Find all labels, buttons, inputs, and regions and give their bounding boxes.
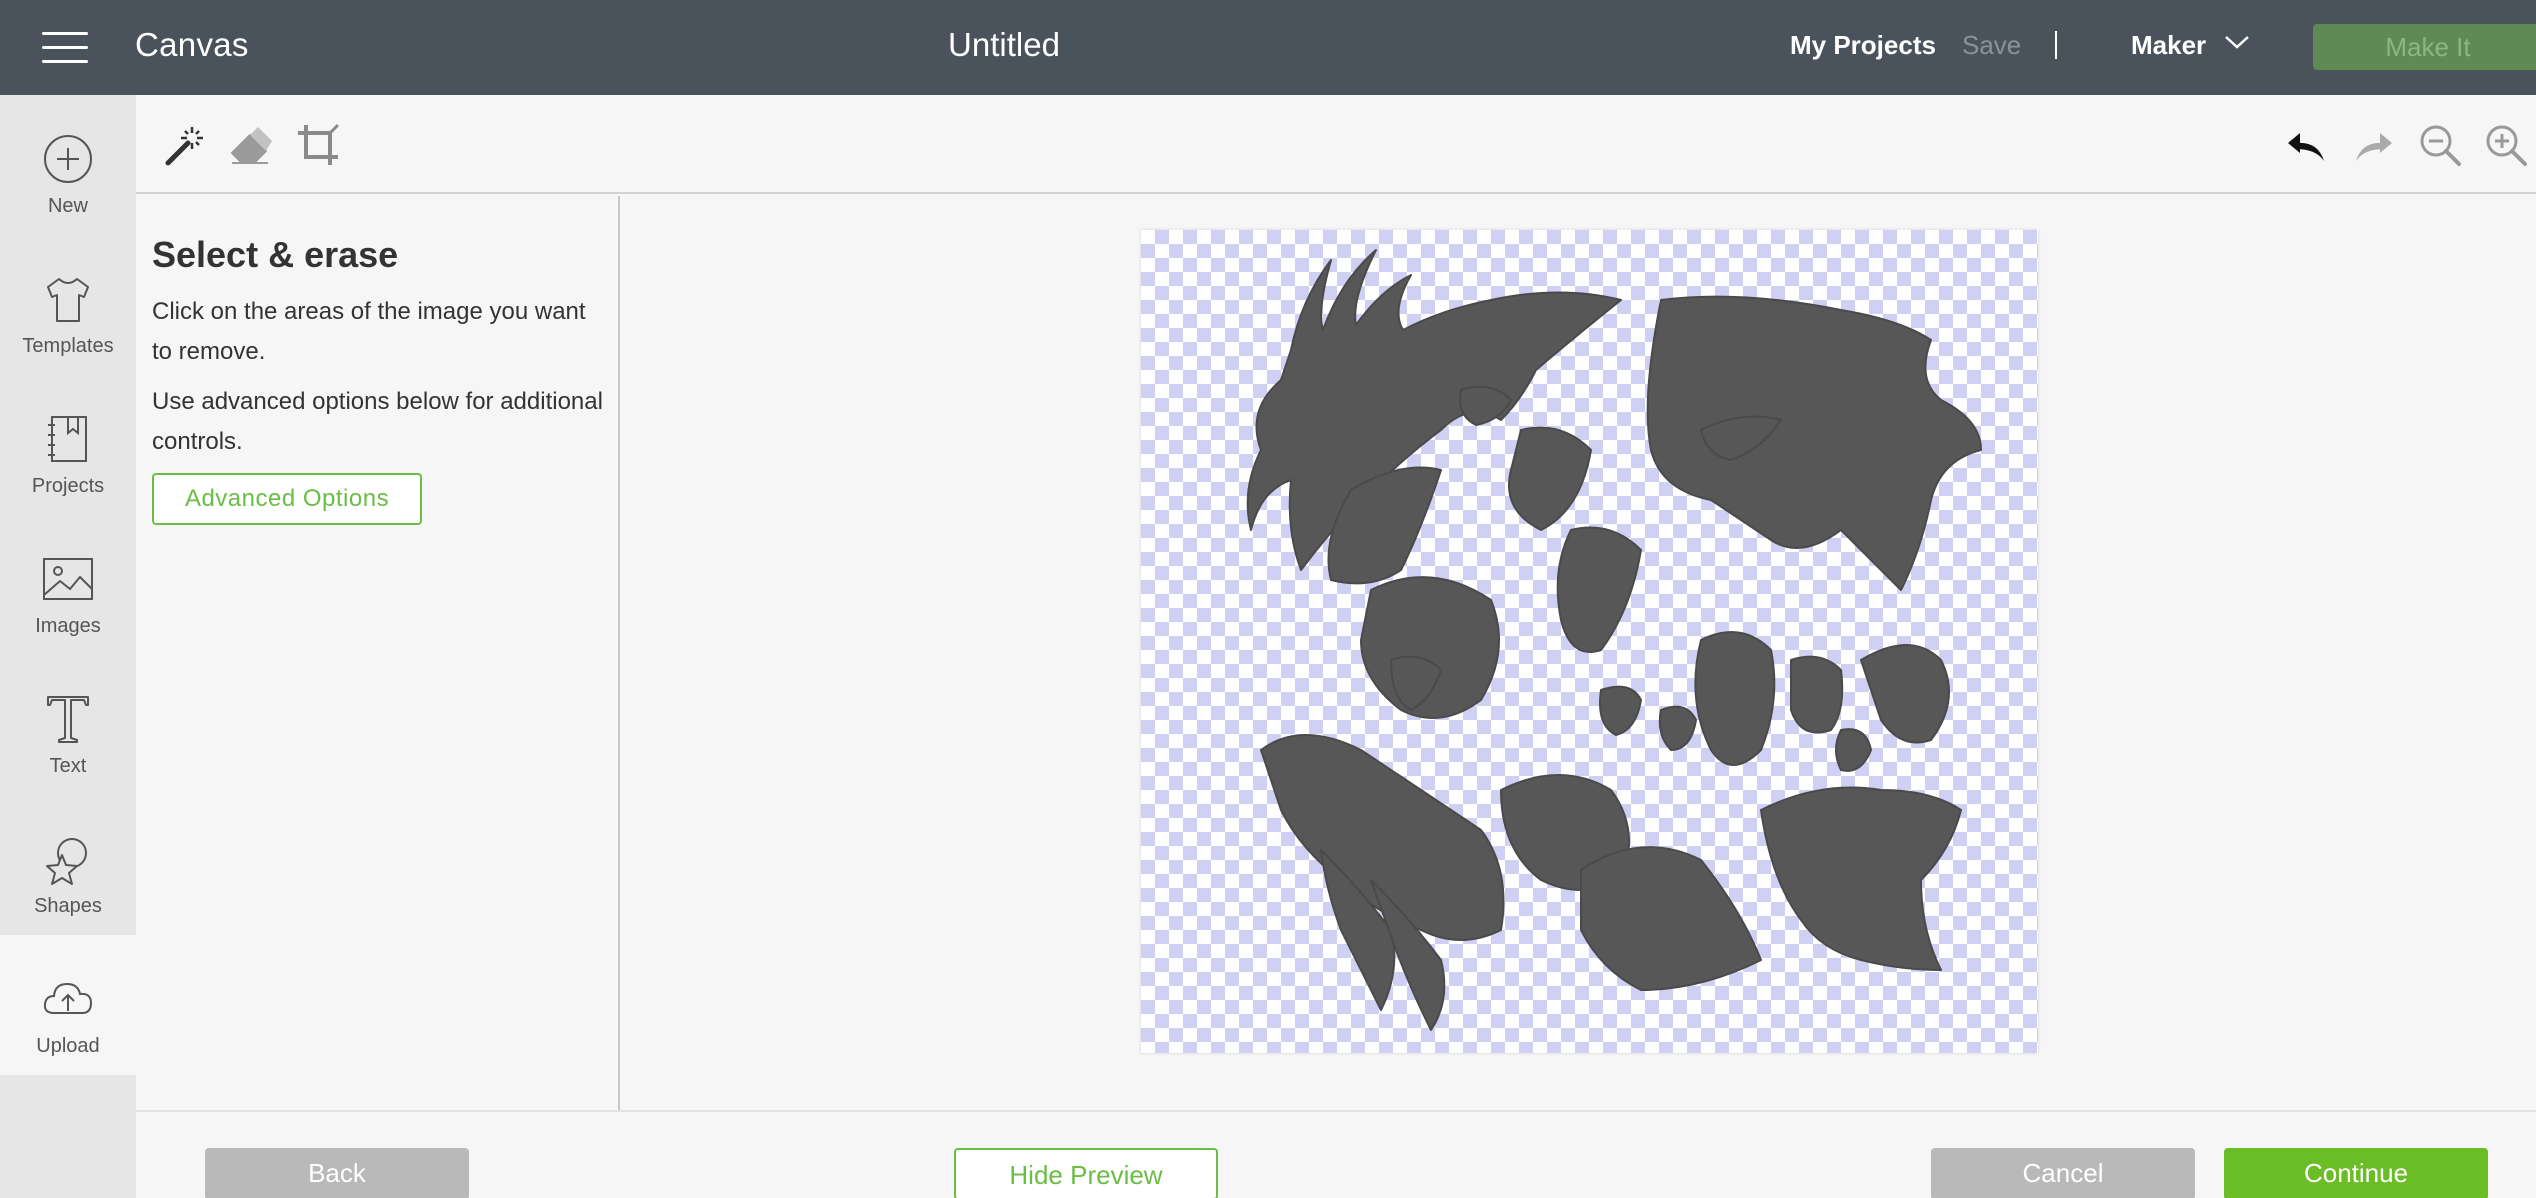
left-navigation: New Templates Projects Images Text Shape… <box>0 95 136 1198</box>
canvas-area <box>622 196 2536 1110</box>
document-title[interactable]: Untitled <box>900 26 1108 64</box>
zoom-in-icon <box>2486 125 2527 166</box>
panel-advanced-hint: Use advanced options below for additiona… <box>152 388 603 455</box>
panel-instructions: Click on the areas of the image you want… <box>152 298 586 365</box>
redo-icon <box>2356 133 2392 161</box>
nav-item-upload[interactable]: Upload <box>0 935 136 1075</box>
my-projects-link[interactable]: My Projects <box>1790 30 1936 61</box>
nav-label: Text <box>49 755 87 777</box>
machine-selector[interactable]: Maker <box>2131 30 2206 61</box>
nav-label: Images <box>35 615 101 637</box>
zoom-out-button[interactable] <box>2418 123 2462 167</box>
undo-icon <box>2288 133 2324 161</box>
eraser-tool[interactable] <box>228 123 272 167</box>
cloud-upload-icon <box>43 982 93 1014</box>
crop-icon <box>298 123 340 165</box>
hide-preview-button[interactable]: Hide Preview <box>954 1148 1218 1198</box>
redo-button[interactable] <box>2352 123 2396 167</box>
nav-item-shapes[interactable]: Shapes <box>0 795 136 935</box>
nav-item-new[interactable]: New <box>0 95 136 235</box>
continue-button[interactable]: Continue <box>2224 1148 2488 1198</box>
advanced-options-button[interactable]: Advanced Options <box>152 473 422 525</box>
select-erase-panel: Select & erase Click on the areas of the… <box>136 196 620 1110</box>
nav-label: Templates <box>22 335 114 357</box>
chevron-down-icon[interactable] <box>2223 32 2251 52</box>
nav-label: New <box>47 195 88 217</box>
image-icon <box>43 558 93 600</box>
zoom-in-button[interactable] <box>2484 123 2528 167</box>
app-title: Canvas <box>135 26 249 63</box>
top-divider <box>2055 31 2057 59</box>
nav-item-templates[interactable]: Templates <box>0 235 136 375</box>
image-preview[interactable] <box>1141 230 2038 1053</box>
nav-label: Shapes <box>34 895 102 917</box>
plus-circle-icon <box>44 135 92 183</box>
edit-toolbar <box>136 95 2536 194</box>
uploaded-image-silhouette[interactable] <box>1141 230 2038 1053</box>
undo-button[interactable] <box>2284 123 2328 167</box>
make-it-button[interactable]: Make It <box>2313 24 2536 70</box>
nav-label: Projects <box>31 475 105 497</box>
nav-item-text[interactable]: Text <box>0 655 136 795</box>
top-bar: Canvas Untitled My Projects Save Maker M… <box>0 0 2536 95</box>
bottom-action-bar: Back Hide Preview Cancel Continue <box>136 1110 2536 1198</box>
nav-label: Upload <box>36 1035 100 1057</box>
text-t-icon <box>47 696 89 743</box>
save-link[interactable]: Save <box>1962 30 2021 61</box>
panel-title: Select & erase <box>152 234 399 275</box>
hamburger-menu-icon[interactable] <box>42 30 88 64</box>
nav-item-images[interactable]: Images <box>0 515 136 655</box>
notebook-icon <box>48 416 87 462</box>
tshirt-icon <box>47 278 89 322</box>
nav-item-projects[interactable]: Projects <box>0 375 136 515</box>
eraser-icon <box>231 127 272 164</box>
crop-tool[interactable] <box>296 123 340 167</box>
zoom-out-icon <box>2420 125 2461 166</box>
magic-wand-tool[interactable] <box>162 123 206 167</box>
shapes-icon <box>46 838 87 885</box>
magic-wand-icon <box>165 127 203 166</box>
back-button[interactable]: Back <box>205 1148 469 1198</box>
cancel-button[interactable]: Cancel <box>1931 1148 2195 1198</box>
